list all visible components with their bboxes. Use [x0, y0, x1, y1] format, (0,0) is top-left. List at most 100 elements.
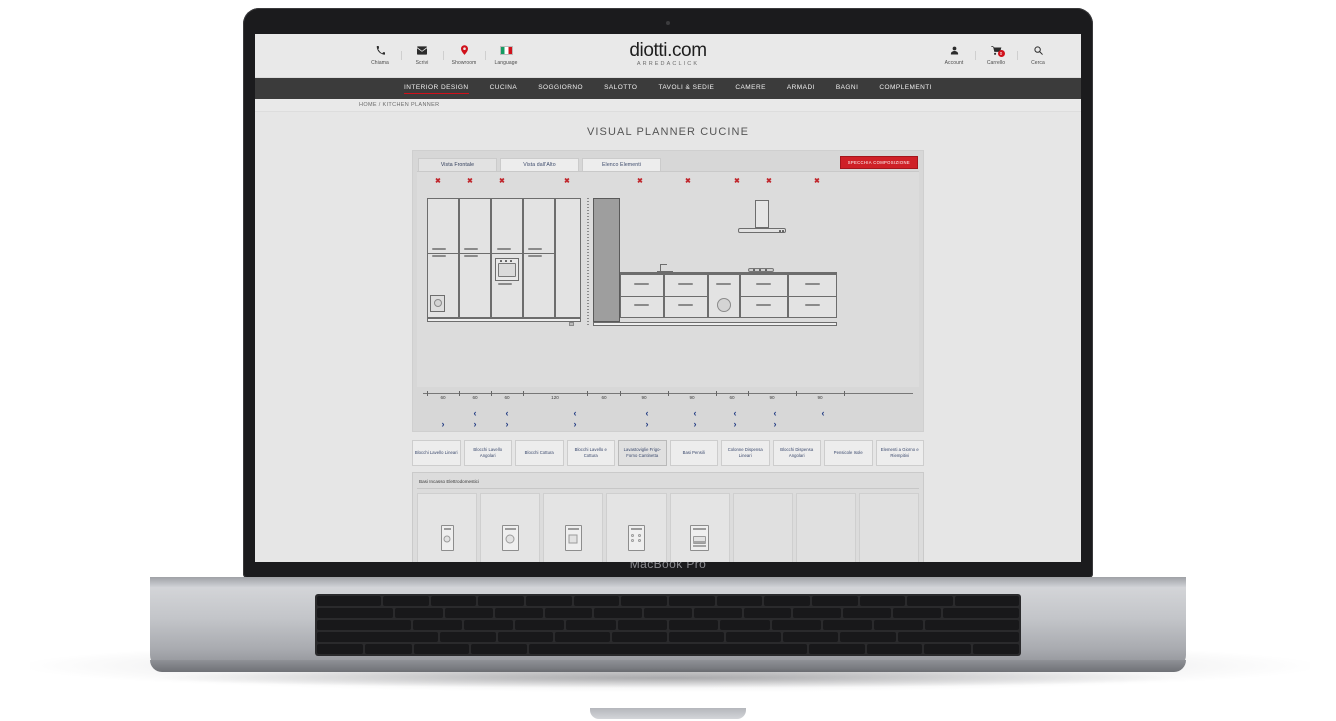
nav-item-tavoli-sedie[interactable]: TAVOLI & SEDIE — [658, 84, 714, 93]
dimension-label: 60 — [440, 395, 446, 400]
category-lavastoviglie-frigo-forno-cantinetta[interactable]: Lavastoviglie Frigo-Forno Cantinetta — [618, 440, 667, 466]
move-left-button[interactable]: ‹ — [474, 409, 477, 418]
delete-marker[interactable]: ✖ — [766, 178, 772, 185]
category-pensicole-isole[interactable]: Pensicole Isole — [824, 440, 873, 466]
nav-item-interior-design[interactable]: INTERIOR DESIGN — [404, 84, 469, 94]
mirror-composition-button[interactable]: SPECCHIA COMPOSIZIONE — [839, 156, 918, 169]
cabinet-handle — [678, 283, 693, 285]
move-right-button[interactable]: › — [506, 420, 509, 429]
nav-item-bagni[interactable]: BAGNI — [836, 84, 858, 93]
move-left-button[interactable]: ‹ — [574, 409, 577, 418]
tab-vista-frontale[interactable]: Vista Frontale — [418, 158, 497, 171]
move-right-button[interactable]: › — [646, 420, 649, 429]
product-card[interactable]: BA5060H Cm 60 - H 86 + — [606, 493, 667, 562]
header-util-label: Carrello — [986, 60, 1006, 66]
dimension-label: 60 — [729, 395, 735, 400]
tall-unit-2[interactable] — [459, 198, 491, 318]
site-logo[interactable]: diotti.com ARREDACLICK — [629, 40, 707, 67]
hob-burner — [753, 269, 755, 271]
delete-marker[interactable]: ✖ — [685, 178, 691, 185]
move-left-button[interactable]: ‹ — [822, 409, 825, 418]
delete-marker[interactable]: ✖ — [499, 178, 505, 185]
product-slot-empty — [795, 493, 856, 562]
product-image — [481, 494, 539, 562]
hood-light — [782, 230, 784, 232]
header-util-language[interactable]: Language — [485, 45, 527, 66]
breadcrumb-bar: HOME / KITCHEN PLANNER — [255, 99, 1081, 112]
product-card[interactable]: BA5060G Cm 60 - H 86 + — [543, 493, 604, 562]
move-left-button[interactable]: ‹ — [506, 409, 509, 418]
tall-bank-split-line — [427, 253, 555, 254]
cabinet-handle — [464, 248, 478, 250]
main-navigation: INTERIOR DESIGN CUCINA SOGGIORNO SALOTTO… — [255, 78, 1081, 99]
delete-marker[interactable]: ✖ — [564, 178, 570, 185]
delete-marker[interactable]: ✖ — [734, 178, 740, 185]
product-card[interactable]: BA5060I Cm 60 - H 86 + — [669, 493, 730, 562]
header-util-scrivi[interactable]: Scrivi — [401, 45, 443, 66]
header-util-account[interactable]: Account — [933, 45, 975, 66]
laptop-keyboard — [315, 594, 1021, 656]
ruler-tick — [427, 391, 428, 396]
tab-elenco-elementi[interactable]: Elenco Elementi — [582, 158, 661, 171]
ruler-tick — [668, 391, 669, 396]
category-blocchi-lavello-angolari[interactable]: Blocchi Lavello Angolari — [463, 440, 512, 466]
nav-item-salotto[interactable]: SALOTTO — [604, 84, 637, 93]
category-basi-pensili[interactable]: Basi Pensili — [669, 440, 718, 466]
header-util-cerca[interactable]: Cerca — [1017, 45, 1059, 66]
header-util-chiama[interactable]: Chiama — [359, 45, 401, 66]
ruler-tick — [796, 391, 797, 396]
header-utilities-right: Account 0 Carrello Cerca — [933, 45, 1059, 66]
user-icon — [950, 45, 959, 58]
nav-item-complementi[interactable]: COMPLEMENTI — [879, 84, 932, 93]
cabinet-handle — [756, 283, 771, 285]
product-card[interactable]: BA5045F Cm 45 - H 86 + — [417, 493, 478, 562]
nav-item-soggiorno[interactable]: SOGGIORNO — [538, 84, 583, 93]
tab-vista-dall-alto[interactable]: Vista dall'Alto — [500, 158, 579, 171]
move-right-button[interactable]: › — [774, 420, 777, 429]
header-util-carrello[interactable]: 0 Carrello — [975, 45, 1017, 66]
planner-page: VISUAL PLANNER CUCINE Vista Frontale Vis… — [255, 112, 1081, 562]
nav-item-armadi[interactable]: ARMADI — [787, 84, 815, 93]
nav-item-cucina[interactable]: CUCINA — [490, 84, 518, 93]
kitchen-canvas[interactable]: ✖ ✖ ✖ ✖ ✖ ✖ ✖ ✖ ✖ — [417, 171, 919, 387]
move-left-button[interactable]: ‹ — [646, 409, 649, 418]
breadcrumb[interactable]: HOME / KITCHEN PLANNER — [359, 102, 439, 108]
site-header: Chiama Scrivi Showroom Language diotti.c… — [255, 34, 1081, 78]
keyboard-row — [317, 608, 1020, 618]
planner-card: Vista Frontale Vista dall'Alto Elenco El… — [412, 150, 924, 432]
drawer-split-line — [740, 296, 788, 297]
category-colonne-dispensa-lineari[interactable]: Colonne Dispensa Lineari — [721, 440, 770, 466]
move-right-button[interactable]: › — [734, 420, 737, 429]
move-right-button[interactable]: › — [474, 420, 477, 429]
element-move-controls: ‹ ‹ ‹ ‹ ‹ ‹ ‹ ‹ › › › › › › › › — [423, 401, 913, 431]
nav-item-camere[interactable]: CAMERE — [735, 84, 766, 93]
ruler-tick — [523, 391, 524, 396]
washer-door-icon — [434, 299, 442, 307]
move-left-button[interactable]: ‹ — [734, 409, 737, 418]
italian-flag-icon — [499, 45, 513, 58]
product-card[interactable]: BA5060F Cm 60 - H 86 + — [480, 493, 541, 562]
move-left-button[interactable]: ‹ — [694, 409, 697, 418]
delete-marker[interactable]: ✖ — [637, 178, 643, 185]
category-blocchi-dispensa-angolari[interactable]: Blocchi Dispensa Angolari — [772, 440, 821, 466]
move-right-button[interactable]: › — [574, 420, 577, 429]
category-blocchi-lavello-e-cottura[interactable]: Blocchi Lavello e Cottura — [566, 440, 615, 466]
tall-bank-plinth — [427, 318, 581, 322]
delete-marker[interactable]: ✖ — [467, 178, 473, 185]
tall-column-dark[interactable] — [593, 198, 620, 322]
cabinet-handle — [528, 248, 542, 250]
keyboard-row — [317, 596, 1019, 606]
delete-marker[interactable]: ✖ — [814, 178, 820, 185]
laptop-mockup: MacBook Pro Chiama Scrivi Showroom Langu… — [0, 0, 1336, 721]
header-util-showroom[interactable]: Showroom — [443, 45, 485, 66]
tall-unit-4[interactable] — [523, 198, 555, 318]
category-elementi-a-giorno-e-riempitivi[interactable]: Elementi a Giorno e Riempitivi — [875, 440, 924, 466]
category-blocchi-cottura[interactable]: Blocchi Cottura — [515, 440, 564, 466]
move-right-button[interactable]: › — [442, 420, 445, 429]
delete-marker[interactable]: ✖ — [435, 178, 441, 185]
dimension-label: 120 — [551, 395, 559, 400]
category-blocchi-lavello-lineari[interactable]: Blocchi Lavello Lineari — [412, 440, 461, 466]
move-right-button[interactable]: › — [694, 420, 697, 429]
move-left-button[interactable]: ‹ — [774, 409, 777, 418]
tall-unit-5[interactable] — [555, 198, 581, 318]
